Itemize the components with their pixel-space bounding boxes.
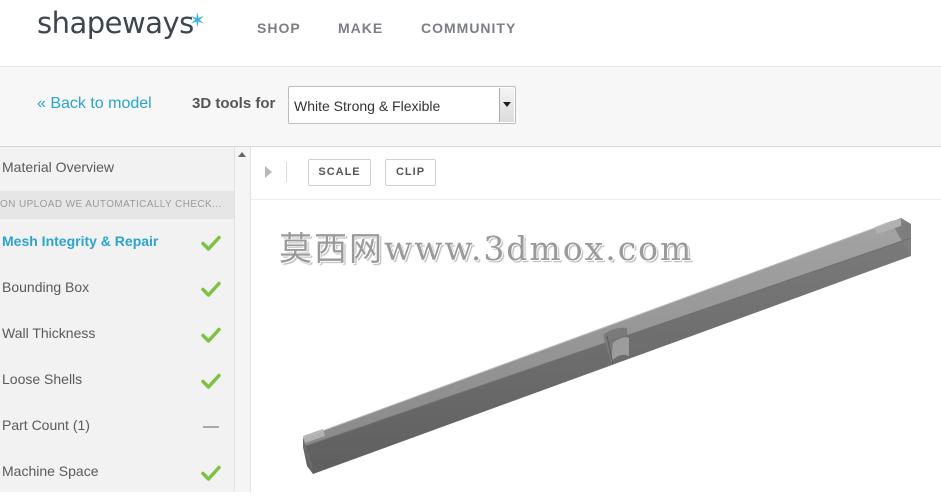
checkmark-icon: [201, 235, 221, 251]
sidebar: Material Overview ON UPLOAD WE AUTOMATIC…: [0, 147, 235, 492]
sidebar-item-label: Part Count (1): [2, 417, 90, 433]
sidebar-item-material-overview[interactable]: Material Overview: [0, 147, 234, 191]
sidebar-item-wall-thickness[interactable]: Wall Thickness: [0, 313, 234, 357]
clip-button[interactable]: CLIP: [385, 159, 436, 186]
sidebar-item-label: Bounding Box: [2, 279, 90, 295]
checkmark-icon: [201, 373, 221, 389]
top-nav: shapeways ✶ SHOP MAKE COMMUNITY: [0, 0, 941, 67]
material-select[interactable]: White Strong & Flexible: [288, 86, 516, 124]
nav-community[interactable]: COMMUNITY: [421, 20, 516, 36]
scroll-up-icon[interactable]: [238, 152, 246, 157]
expand-sidebar-icon[interactable]: [265, 166, 272, 178]
scale-button[interactable]: SCALE: [308, 159, 371, 186]
chevron-down-icon[interactable]: [499, 88, 514, 122]
viewer-toolbar: SCALE CLIP: [251, 147, 941, 200]
back-to-model-link[interactable]: « Back to model: [37, 95, 152, 113]
sidebar-scrollbar[interactable]: [234, 147, 251, 492]
nav-make[interactable]: MAKE: [338, 20, 383, 36]
sidebar-item-mesh-integrity[interactable]: Mesh Integrity & Repair: [0, 221, 234, 265]
tools-bar: « Back to model 3D tools for White Stron…: [0, 67, 941, 147]
sidebar-item-machine-space[interactable]: Machine Space: [0, 451, 234, 492]
sidebar-note: ON UPLOAD WE AUTOMATICALLY CHECK...: [0, 191, 234, 219]
model-viewport[interactable]: 莫西网www.3dmox.com: [251, 200, 941, 492]
sidebar-item-label: Mesh Integrity & Repair: [2, 233, 159, 249]
brand-star-icon: ✶: [189, 10, 206, 32]
sidebar-item-part-count[interactable]: Part Count (1): [0, 405, 234, 449]
sidebar-item-label: Material Overview: [2, 159, 115, 175]
nav-shop[interactable]: SHOP: [257, 20, 301, 36]
sidebar-item-label: Wall Thickness: [2, 325, 96, 341]
sidebar-item-bounding-box[interactable]: Bounding Box: [0, 267, 234, 311]
tools-for-label: 3D tools for: [192, 95, 276, 112]
watermark: 莫西网www.3dmox.com: [279, 229, 694, 268]
brand-logo[interactable]: shapeways: [37, 6, 194, 40]
sidebar-item-loose-shells[interactable]: Loose Shells: [0, 359, 234, 403]
sidebar-item-label: Loose Shells: [2, 371, 83, 387]
dash-icon: [201, 417, 221, 437]
checkmark-icon: [201, 281, 221, 297]
sidebar-note-label: ON UPLOAD WE AUTOMATICALLY CHECK...: [0, 199, 222, 210]
checkmark-icon: [201, 465, 221, 481]
sidebar-item-label: Machine Space: [2, 463, 99, 479]
checkmark-icon: [201, 327, 221, 343]
material-select-value: White Strong & Flexible: [294, 98, 441, 114]
toolbar-divider: [286, 162, 287, 182]
